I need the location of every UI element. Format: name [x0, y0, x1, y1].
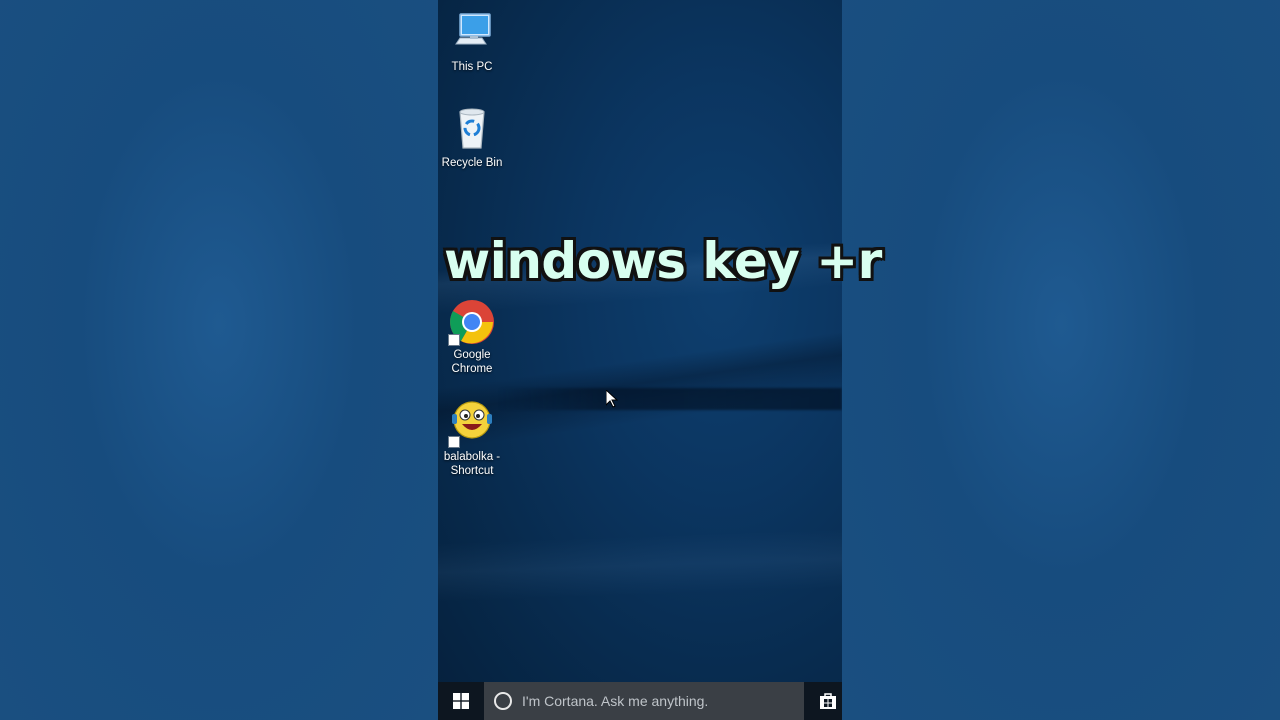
desktop-icon-label: This PC [451, 61, 493, 73]
shortcut-arrow-icon [448, 436, 460, 448]
recycle-bin-icon [448, 106, 496, 154]
cortana-circle-icon [494, 692, 512, 710]
desktop-icon-label: balabolka - Shortcut [443, 451, 501, 477]
cortana-search-placeholder: I'm Cortana. Ask me anything. [522, 693, 709, 709]
blurred-right-panel [842, 0, 1280, 720]
chrome-icon [448, 298, 496, 346]
mouse-cursor-icon [606, 390, 618, 408]
start-button[interactable] [438, 682, 484, 720]
overlay-caption: windows key +r [444, 232, 882, 290]
desktop-icon-balabolka[interactable]: balabolka - Shortcut [438, 400, 506, 478]
balabolka-icon [448, 400, 496, 448]
desktop[interactable]: This PC Recycle Bin Google Chrome balabo… [438, 0, 842, 720]
cortana-search-box[interactable]: I'm Cortana. Ask me anything. [484, 682, 804, 720]
desktop-icon-recycle-bin[interactable]: Recycle Bin [438, 106, 506, 170]
desktop-icon-label: Google Chrome [451, 349, 493, 375]
blurred-left-panel [0, 0, 438, 720]
shortcut-arrow-icon [448, 334, 460, 346]
store-button[interactable] [814, 682, 842, 720]
desktop-icon-label: Recycle Bin [441, 157, 503, 169]
desktop-icon-google-chrome[interactable]: Google Chrome [438, 298, 506, 376]
taskbar: I'm Cortana. Ask me anything. [438, 682, 842, 720]
wallpaper-light-beam [498, 388, 842, 410]
store-icon [820, 693, 836, 709]
desktop-icon-this-pc[interactable]: This PC [438, 10, 506, 74]
windows-logo-icon [453, 693, 469, 709]
this-pc-icon [448, 10, 496, 58]
